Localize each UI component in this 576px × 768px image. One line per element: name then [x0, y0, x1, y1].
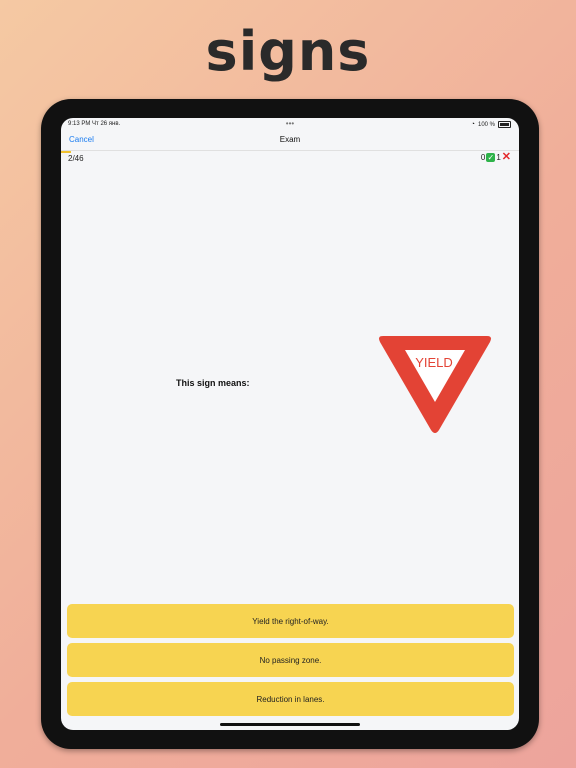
wrong-count: 1 [496, 153, 501, 162]
app-title: signs [205, 20, 371, 83]
home-indicator[interactable] [220, 723, 360, 726]
yield-sign-text: YIELD [415, 355, 453, 370]
status-indicators: ◔ 100 % [471, 121, 511, 128]
question-counter: 2/46 [68, 154, 84, 163]
navigation-bar: Cancel Exam [61, 132, 519, 151]
correct-count: 0 [480, 153, 486, 162]
answer-list: Yield the right-of-way. No passing zone.… [67, 604, 514, 721]
answer-option[interactable]: Reduction in lanes. [67, 682, 514, 716]
question-text: This sign means: [176, 378, 250, 388]
wifi-icon: ◔ [470, 121, 475, 128]
multitasking-dots[interactable]: ••• [61, 119, 519, 128]
tablet-frame: 9:13 PM Чт 26 янв. ••• ◔ 100 % Cancel Ex… [41, 99, 539, 749]
cross-icon: ✕ [501, 151, 511, 163]
battery-icon [498, 121, 511, 128]
battery-percent: 100 % [477, 121, 495, 128]
nav-title: Exam [279, 135, 301, 144]
status-bar: 9:13 PM Чт 26 янв. ••• ◔ 100 % [61, 118, 519, 132]
answer-option[interactable]: Yield the right-of-way. [67, 604, 514, 638]
screen: 9:13 PM Чт 26 янв. ••• ◔ 100 % Cancel Ex… [61, 118, 519, 730]
yield-sign-image: YIELD [379, 336, 491, 433]
answer-option[interactable]: No passing zone. [67, 643, 514, 677]
check-icon: ✓ [486, 153, 496, 162]
exam-progress-bar [61, 151, 71, 153]
score-display: 0 ✓ 1 ✕ [480, 151, 511, 163]
